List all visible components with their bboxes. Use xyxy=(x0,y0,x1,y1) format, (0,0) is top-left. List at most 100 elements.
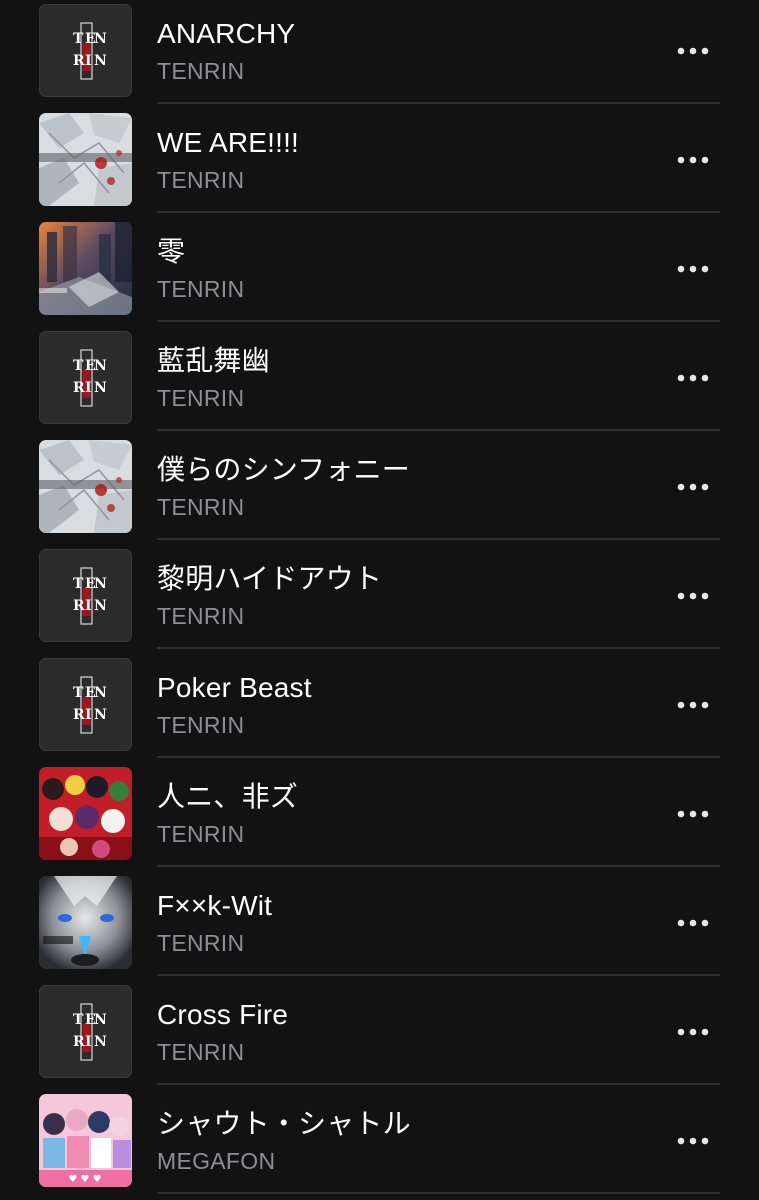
track-artist: TENRIN xyxy=(157,712,245,738)
track-title: 人ニ、非ズ xyxy=(157,781,299,812)
ellipsis-icon xyxy=(677,701,709,709)
more-options-button[interactable] xyxy=(668,469,718,505)
ellipsis-icon xyxy=(677,47,709,55)
logo-letter: R xyxy=(73,380,85,396)
track-info: WE ARE!!!! TENRIN xyxy=(157,104,659,213)
logo-letter: I xyxy=(85,1034,92,1050)
album-artwork xyxy=(39,876,132,969)
logo-letter: T xyxy=(73,358,84,374)
track-title: WE ARE!!!! xyxy=(157,127,300,158)
track-artist: TENRIN xyxy=(157,603,245,629)
album-artwork: T E N R I N xyxy=(39,658,132,751)
track-row[interactable]: T E N R I N ANARCHY TENRIN xyxy=(0,0,759,104)
logo-letter: N xyxy=(94,1012,107,1028)
track-artist: MEGAFON xyxy=(157,1148,276,1174)
track-title: 黎明ハイドアウト xyxy=(157,563,383,594)
track-info: 僕らのシンフォニー TENRIN xyxy=(157,431,659,540)
more-options-button[interactable] xyxy=(668,360,718,396)
ellipsis-icon xyxy=(677,483,709,491)
ellipsis-icon xyxy=(677,919,709,927)
logo-letter: I xyxy=(85,380,92,396)
track-title: 藍乱舞幽 xyxy=(157,345,270,376)
track-artist: TENRIN xyxy=(157,821,245,847)
album-artwork: T E N R I N xyxy=(39,331,132,424)
more-options-button[interactable] xyxy=(668,905,718,941)
album-artwork xyxy=(39,113,132,206)
track-artist: TENRIN xyxy=(157,167,245,193)
track-info: F××k-Wit TENRIN xyxy=(157,867,659,976)
more-options-button[interactable] xyxy=(668,33,718,69)
logo-letter: T xyxy=(73,1012,84,1028)
track-info: シャウト・シャトル MEGAFON xyxy=(157,1085,659,1194)
track-row[interactable]: T E N R I N Poker Beast TENRIN xyxy=(0,649,759,758)
album-artwork xyxy=(39,440,132,533)
more-options-button[interactable] xyxy=(668,578,718,614)
ellipsis-icon xyxy=(677,592,709,600)
logo-letter: I xyxy=(85,53,92,69)
track-row[interactable]: 零 TENRIN xyxy=(0,213,759,322)
logo-letter: I xyxy=(85,598,92,614)
album-artwork: T E N R I N xyxy=(39,985,132,1078)
track-row[interactable]: 人ニ、非ズ TENRIN xyxy=(0,758,759,867)
track-artist: TENRIN xyxy=(157,276,245,302)
track-title: Cross Fire xyxy=(157,999,289,1030)
track-info: Cross Fire TENRIN xyxy=(157,976,659,1085)
more-options-button[interactable] xyxy=(668,142,718,178)
track-title: Poker Beast xyxy=(157,672,312,703)
more-options-button[interactable] xyxy=(668,251,718,287)
track-title: ANARCHY xyxy=(157,18,296,49)
ellipsis-icon xyxy=(677,374,709,382)
logo-letter: T xyxy=(73,31,84,47)
track-row[interactable]: T E N R I N 藍乱舞幽 TENRIN xyxy=(0,322,759,431)
logo-letter: N xyxy=(94,685,107,701)
track-row[interactable]: ♥ ♥ ♥ シャウト・シャトル MEGAFON xyxy=(0,1085,759,1194)
logo-letter: T xyxy=(73,576,84,592)
track-info: 藍乱舞幽 TENRIN xyxy=(157,322,659,431)
track-list: T E N R I N ANARCHY TENRIN WE ARE!!!! TE… xyxy=(0,0,759,1194)
track-title: F××k-Wit xyxy=(157,890,273,921)
track-row[interactable]: T E N R I N Cross Fire TENRIN xyxy=(0,976,759,1085)
ellipsis-icon xyxy=(677,1137,709,1145)
more-options-button[interactable] xyxy=(668,1014,718,1050)
album-artwork xyxy=(39,222,132,315)
track-row[interactable]: F××k-Wit TENRIN xyxy=(0,867,759,976)
track-artist: TENRIN xyxy=(157,385,245,411)
logo-letter: N xyxy=(94,380,107,396)
logo-letter: N xyxy=(94,707,107,723)
logo-letter: N xyxy=(94,1034,107,1050)
ellipsis-icon xyxy=(677,265,709,273)
logo-letter: R xyxy=(73,53,85,69)
track-info: 人ニ、非ズ TENRIN xyxy=(157,758,659,867)
svg-text:♥ ♥ ♥: ♥ ♥ ♥ xyxy=(68,1174,101,1185)
track-title: シャウト・シャトル xyxy=(157,1108,411,1139)
track-row[interactable]: T E N R I N 黎明ハイドアウト TENRIN xyxy=(0,540,759,649)
track-artist: TENRIN xyxy=(157,1039,245,1065)
more-options-button[interactable] xyxy=(668,796,718,832)
logo-letter: R xyxy=(73,598,85,614)
track-title: 零 xyxy=(157,236,186,267)
logo-letter: I xyxy=(85,707,92,723)
ellipsis-icon xyxy=(677,810,709,818)
ellipsis-icon xyxy=(677,156,709,164)
track-info: 黎明ハイドアウト TENRIN xyxy=(157,540,659,649)
track-artist: TENRIN xyxy=(157,930,245,956)
album-artwork: ♥ ♥ ♥ xyxy=(39,1094,132,1187)
logo-letter: N xyxy=(94,576,107,592)
logo-letter: R xyxy=(73,1034,85,1050)
logo-letter: N xyxy=(94,31,107,47)
track-info: ANARCHY TENRIN xyxy=(157,0,659,104)
logo-letter: T xyxy=(73,685,84,701)
track-info: 零 TENRIN xyxy=(157,213,659,322)
more-options-button[interactable] xyxy=(668,1123,718,1159)
track-row[interactable]: WE ARE!!!! TENRIN xyxy=(0,104,759,213)
track-info: Poker Beast TENRIN xyxy=(157,649,659,758)
track-row[interactable]: 僕らのシンフォニー TENRIN xyxy=(0,431,759,540)
logo-letter: N xyxy=(94,53,107,69)
album-artwork: T E N R I N xyxy=(39,549,132,642)
logo-letter: N xyxy=(94,598,107,614)
ellipsis-icon xyxy=(677,1028,709,1036)
track-artist: TENRIN xyxy=(157,494,245,520)
album-artwork: T E N R I N xyxy=(39,4,132,97)
album-artwork xyxy=(39,767,132,860)
more-options-button[interactable] xyxy=(668,687,718,723)
